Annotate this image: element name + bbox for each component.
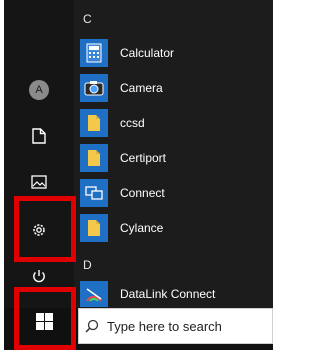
- start-button[interactable]: [14, 287, 76, 350]
- search-icon: [85, 319, 99, 333]
- app-item-camera[interactable]: Camera: [80, 71, 270, 105]
- camera-icon: [80, 74, 108, 102]
- screenshot: A C Calculator Camera ccsd Certiport Con…: [0, 0, 273, 350]
- folder-icon: [80, 109, 108, 137]
- section-header-c[interactable]: C: [83, 12, 92, 26]
- app-item-cylance[interactable]: Cylance: [80, 211, 270, 245]
- calculator-icon: [80, 39, 108, 67]
- connect-icon: [80, 179, 108, 207]
- folder-icon: [80, 214, 108, 242]
- app-label: Cylance: [120, 221, 164, 235]
- app-item-certiport[interactable]: Certiport: [80, 141, 270, 175]
- app-item-ccsd[interactable]: ccsd: [80, 106, 270, 140]
- settings-highlight-box: [14, 196, 76, 262]
- picture-icon: [31, 175, 47, 189]
- documents-button[interactable]: [4, 118, 74, 154]
- app-label: Certiport: [120, 151, 167, 165]
- app-label: Camera: [120, 81, 163, 95]
- search-placeholder: Type here to search: [107, 318, 222, 334]
- app-label: ccsd: [120, 116, 145, 130]
- app-item-calculator[interactable]: Calculator: [80, 36, 270, 70]
- app-label: Connect: [120, 186, 165, 200]
- app-label: DataLink Connect: [120, 287, 216, 301]
- user-account-button[interactable]: A: [4, 72, 74, 108]
- power-icon: [33, 270, 45, 283]
- section-header-d[interactable]: D: [83, 258, 92, 272]
- taskbar-search-box[interactable]: Type here to search: [78, 308, 273, 344]
- datalink-icon: [80, 281, 108, 307]
- user-avatar: A: [29, 80, 49, 100]
- app-label: Calculator: [120, 46, 175, 60]
- document-icon: [32, 128, 46, 144]
- pictures-button[interactable]: [4, 164, 74, 200]
- windows-logo-icon: [36, 313, 53, 330]
- folder-icon: [80, 144, 108, 172]
- app-item-connect[interactable]: Connect: [80, 176, 270, 210]
- app-item-datalink-connect[interactable]: DataLink Connect: [80, 281, 270, 307]
